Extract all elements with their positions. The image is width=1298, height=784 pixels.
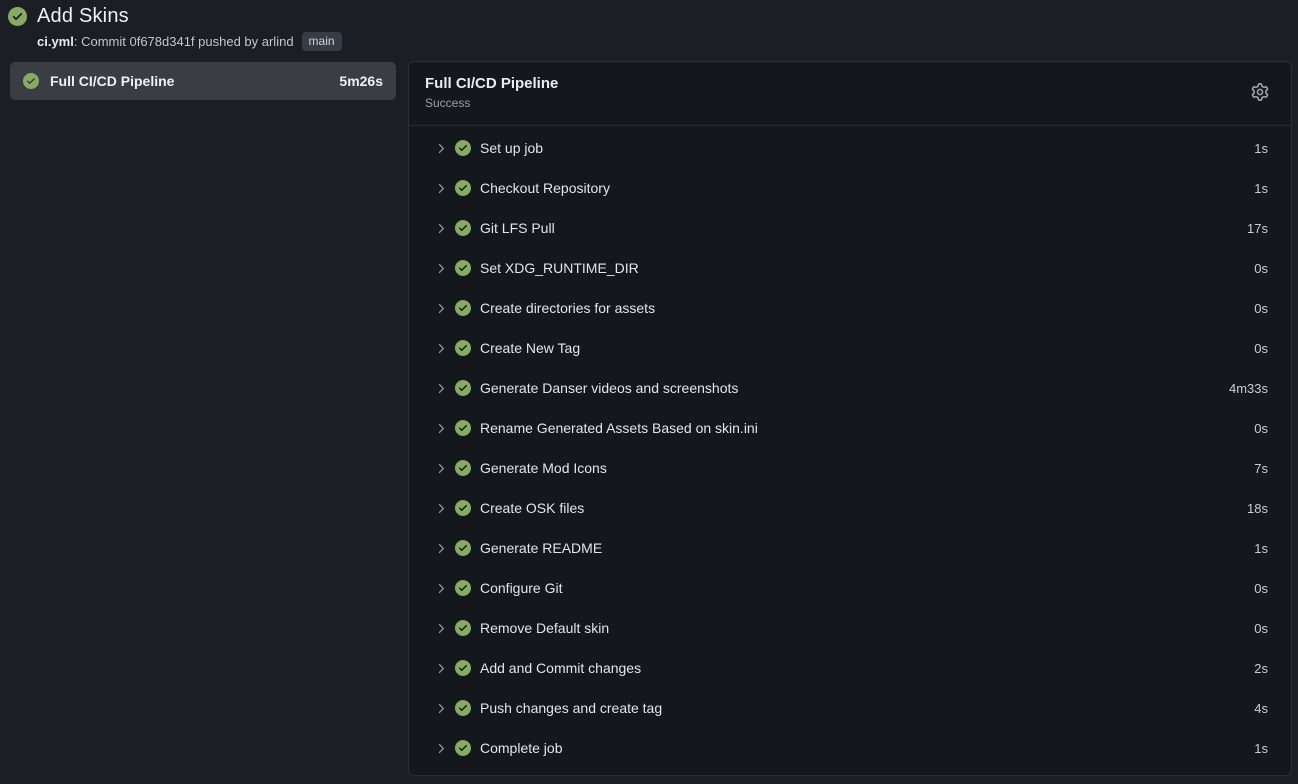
success-check-icon [23, 73, 39, 89]
steps-list: Set up job 1s Checkout Repository 1s Git… [409, 126, 1291, 768]
step-duration: 0s [1254, 301, 1268, 316]
step-row[interactable]: Checkout Repository 1s [409, 168, 1291, 208]
success-check-icon [455, 260, 471, 276]
success-check-icon [8, 7, 27, 26]
job-duration: 5m26s [339, 73, 383, 89]
chevron-right-icon[interactable] [435, 742, 448, 755]
success-check-icon [455, 540, 471, 556]
step-name: Push changes and create tag [478, 700, 1247, 716]
step-duration: 7s [1254, 461, 1268, 476]
panel-job-status: Success [425, 96, 1251, 110]
panel-job-title: Full CI/CD Pipeline [425, 75, 1251, 92]
step-row[interactable]: Rename Generated Assets Based on skin.in… [409, 408, 1291, 448]
run-title: Add Skins [37, 5, 129, 28]
step-row[interactable]: Generate Mod Icons 7s [409, 448, 1291, 488]
chevron-right-icon[interactable] [435, 542, 448, 555]
job-name: Full CI/CD Pipeline [50, 73, 328, 89]
gear-icon[interactable] [1251, 83, 1271, 103]
success-check-icon [455, 460, 471, 476]
step-duration: 1s [1254, 181, 1268, 196]
step-name: Generate Mod Icons [478, 460, 1247, 476]
step-row[interactable]: Configure Git 0s [409, 568, 1291, 608]
success-check-icon [455, 580, 471, 596]
step-duration: 18s [1247, 501, 1268, 516]
step-duration: 0s [1254, 581, 1268, 596]
chevron-right-icon[interactable] [435, 462, 448, 475]
success-check-icon [455, 380, 471, 396]
step-duration: 0s [1254, 421, 1268, 436]
step-name: Checkout Repository [478, 180, 1247, 196]
chevron-right-icon[interactable] [435, 422, 448, 435]
step-duration: 0s [1254, 341, 1268, 356]
chevron-right-icon[interactable] [435, 262, 448, 275]
step-name: Remove Default skin [478, 620, 1247, 636]
success-check-icon [455, 140, 471, 156]
success-check-icon [455, 300, 471, 316]
step-row[interactable]: Remove Default skin 0s [409, 608, 1291, 648]
chevron-right-icon[interactable] [435, 382, 448, 395]
step-row[interactable]: Set up job 1s [409, 128, 1291, 168]
step-name: Rename Generated Assets Based on skin.in… [478, 420, 1247, 436]
step-name: Set up job [478, 140, 1247, 156]
chevron-right-icon[interactable] [435, 222, 448, 235]
chevron-right-icon[interactable] [435, 342, 448, 355]
step-duration: 1s [1254, 541, 1268, 556]
success-check-icon [455, 220, 471, 236]
chevron-right-icon[interactable] [435, 702, 448, 715]
step-row[interactable]: Create New Tag 0s [409, 328, 1291, 368]
success-check-icon [455, 340, 471, 356]
step-duration: 0s [1254, 621, 1268, 636]
step-name: Set XDG_RUNTIME_DIR [478, 260, 1247, 276]
success-check-icon [455, 620, 471, 636]
step-name: Create directories for assets [478, 300, 1247, 316]
chevron-right-icon[interactable] [435, 302, 448, 315]
step-row[interactable]: Create OSK files 18s [409, 488, 1291, 528]
job-detail-panel: Full CI/CD Pipeline Success Set up job 1… [408, 61, 1292, 776]
step-duration: 17s [1247, 221, 1268, 236]
step-duration: 0s [1254, 261, 1268, 276]
success-check-icon [455, 740, 471, 756]
workflow-file-name: ci.yml [37, 34, 74, 49]
step-duration: 4m33s [1229, 381, 1268, 396]
step-duration: 1s [1254, 141, 1268, 156]
step-duration: 2s [1254, 661, 1268, 676]
run-header: Add Skins ci.yml: Commit 0f678d341f push… [8, 5, 342, 51]
chevron-right-icon[interactable] [435, 142, 448, 155]
success-check-icon [455, 700, 471, 716]
step-row[interactable]: Push changes and create tag 4s [409, 688, 1291, 728]
step-row[interactable]: Set XDG_RUNTIME_DIR 0s [409, 248, 1291, 288]
chevron-right-icon[interactable] [435, 622, 448, 635]
chevron-right-icon[interactable] [435, 182, 448, 195]
commit-summary: ci.yml: Commit 0f678d341f pushed by arli… [37, 34, 294, 49]
step-name: Add and Commit changes [478, 660, 1247, 676]
branch-badge[interactable]: main [302, 32, 342, 51]
step-row[interactable]: Create directories for assets 0s [409, 288, 1291, 328]
commit-text: : Commit 0f678d341f pushed by arlind [74, 34, 294, 49]
success-check-icon [455, 500, 471, 516]
success-check-icon [455, 420, 471, 436]
job-list-item[interactable]: Full CI/CD Pipeline 5m26s [10, 62, 396, 100]
step-row[interactable]: Complete job 1s [409, 728, 1291, 768]
chevron-right-icon[interactable] [435, 582, 448, 595]
step-row[interactable]: Add and Commit changes 2s [409, 648, 1291, 688]
step-name: Complete job [478, 740, 1247, 756]
chevron-right-icon[interactable] [435, 502, 448, 515]
step-row[interactable]: Generate README 1s [409, 528, 1291, 568]
panel-header: Full CI/CD Pipeline Success [409, 62, 1291, 126]
success-check-icon [455, 660, 471, 676]
chevron-right-icon[interactable] [435, 662, 448, 675]
step-name: Create OSK files [478, 500, 1240, 516]
step-row[interactable]: Generate Danser videos and screenshots 4… [409, 368, 1291, 408]
step-name: Create New Tag [478, 340, 1247, 356]
step-row[interactable]: Git LFS Pull 17s [409, 208, 1291, 248]
step-name: Git LFS Pull [478, 220, 1240, 236]
step-name: Configure Git [478, 580, 1247, 596]
step-duration: 4s [1254, 701, 1268, 716]
success-check-icon [455, 180, 471, 196]
step-name: Generate README [478, 540, 1247, 556]
step-name: Generate Danser videos and screenshots [478, 380, 1222, 396]
step-duration: 1s [1254, 741, 1268, 756]
